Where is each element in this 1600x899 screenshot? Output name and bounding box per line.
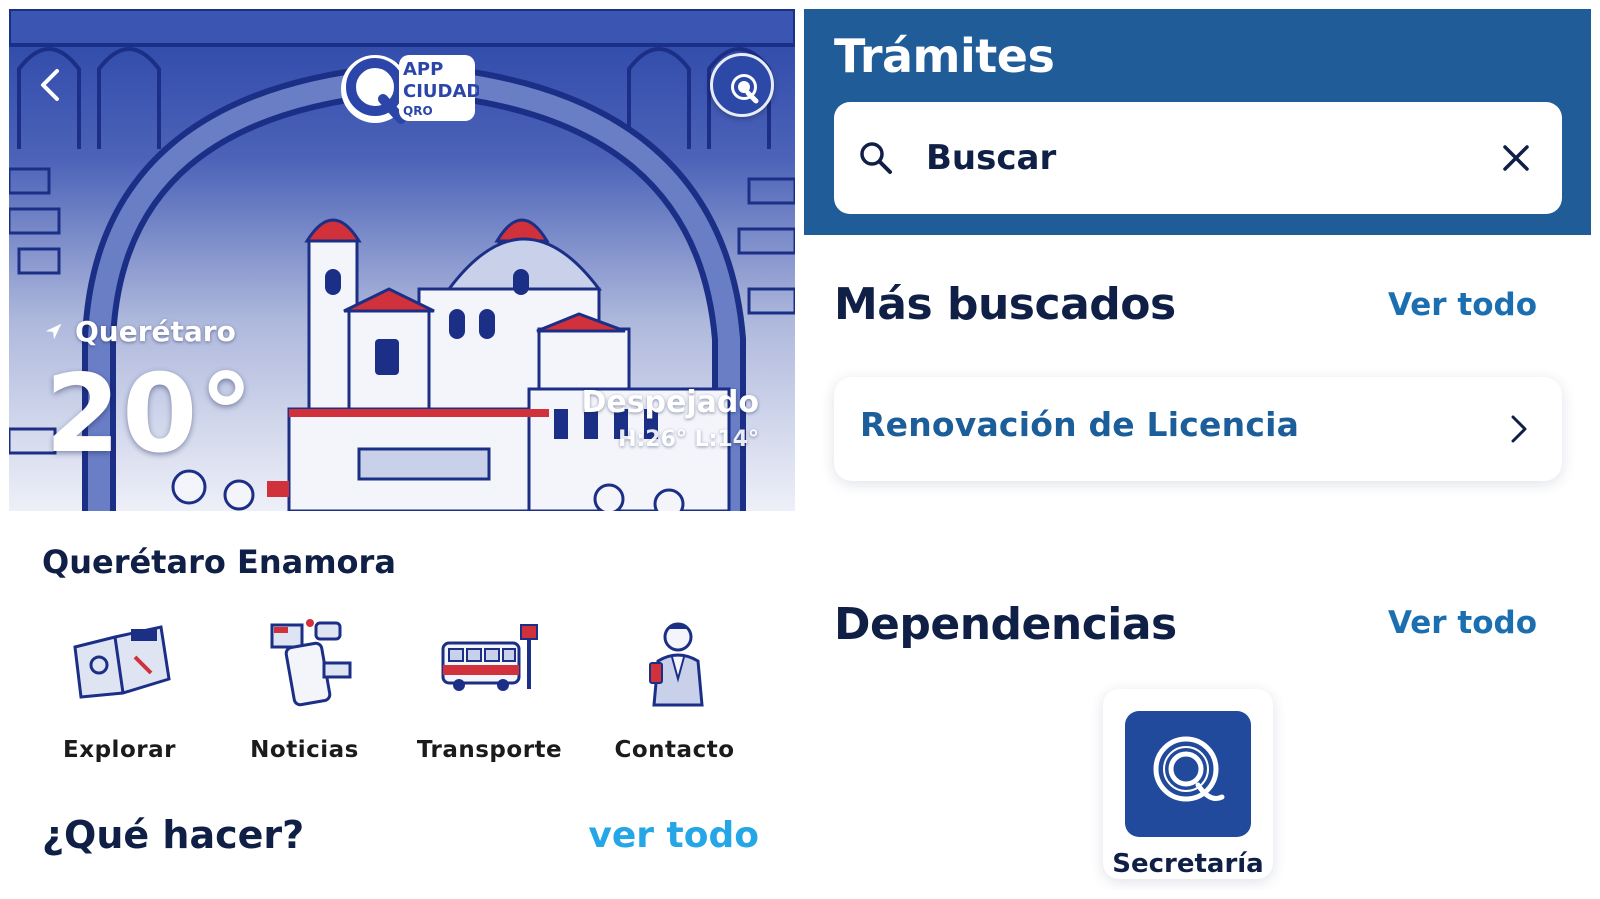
search-icon — [860, 142, 892, 174]
news-phone-icon — [270, 619, 351, 707]
dependencies-see-all-link[interactable]: Ver todo — [1388, 605, 1537, 641]
temperature: 20° — [45, 352, 256, 477]
q-logo-icon — [1153, 736, 1225, 802]
procedures-screen: Trámites Más buscados Ver todo Renovació… — [804, 9, 1591, 890]
location-name: Querétaro — [75, 315, 236, 348]
procedure-label: Renovación de Licencia — [860, 405, 1300, 444]
location-row: Querétaro — [43, 315, 236, 348]
most-searched-title: Más buscados — [834, 279, 1176, 330]
header-bar: Trámites — [804, 9, 1591, 235]
location-arrow-icon — [45, 323, 62, 339]
home-screen: APP CIUDAD QRO Querétaro 20° Despejado H… — [9, 9, 795, 890]
shortcut-label: Contacto — [614, 737, 735, 763]
see-all-link[interactable]: ver todo — [588, 815, 759, 856]
search-input[interactable] — [926, 132, 1446, 184]
shortcut-explorar[interactable]: Explorar — [27, 609, 212, 779]
shortcut-label: Explorar — [63, 737, 176, 763]
logo-text-ciudad: CIUDAD — [403, 81, 479, 102]
dependency-logo — [1125, 711, 1251, 837]
q-logo-icon — [731, 74, 759, 104]
shortcut-transporte[interactable]: Transporte — [397, 609, 582, 779]
procedure-card[interactable]: Renovación de Licencia — [834, 377, 1562, 481]
chevron-right-icon — [1511, 415, 1527, 443]
most-searched-see-all-link[interactable]: Ver todo — [1388, 287, 1537, 323]
logo-text-qro: QRO — [403, 104, 433, 118]
app-logo: APP CIUDAD QRO — [339, 49, 481, 129]
bus-icon — [441, 624, 538, 691]
section-title: Querétaro Enamora — [42, 543, 396, 581]
dependencies-title: Dependencias — [834, 599, 1177, 650]
map-icon — [72, 625, 171, 699]
shortcut-label: Transporte — [416, 737, 563, 763]
person-phone-icon — [648, 622, 704, 707]
dependency-label: Secretaría — [1112, 849, 1264, 879]
shortcut-label: Noticias — [250, 737, 359, 763]
close-icon[interactable] — [1498, 140, 1534, 176]
weather-range: H:26° L:14° — [618, 427, 759, 452]
hero-banner: APP CIUDAD QRO Querétaro 20° Despejado H… — [9, 9, 795, 511]
page-title: Trámites — [834, 29, 1055, 83]
shortcut-noticias[interactable]: Noticias — [212, 609, 397, 779]
profile-button[interactable] — [710, 53, 774, 117]
dependency-card[interactable]: Secretaría — [1103, 689, 1273, 879]
chevron-left-icon[interactable] — [31, 65, 71, 105]
shortcuts-row: Explorar Noticias Transporte Contacto — [27, 609, 777, 779]
search-box[interactable] — [834, 102, 1562, 214]
logo-text-app: APP — [403, 59, 443, 80]
shortcut-contacto[interactable]: Contacto — [582, 609, 767, 779]
weather-condition: Despejado — [581, 385, 759, 420]
what-to-do-title: ¿Qué hacer? — [42, 813, 305, 857]
